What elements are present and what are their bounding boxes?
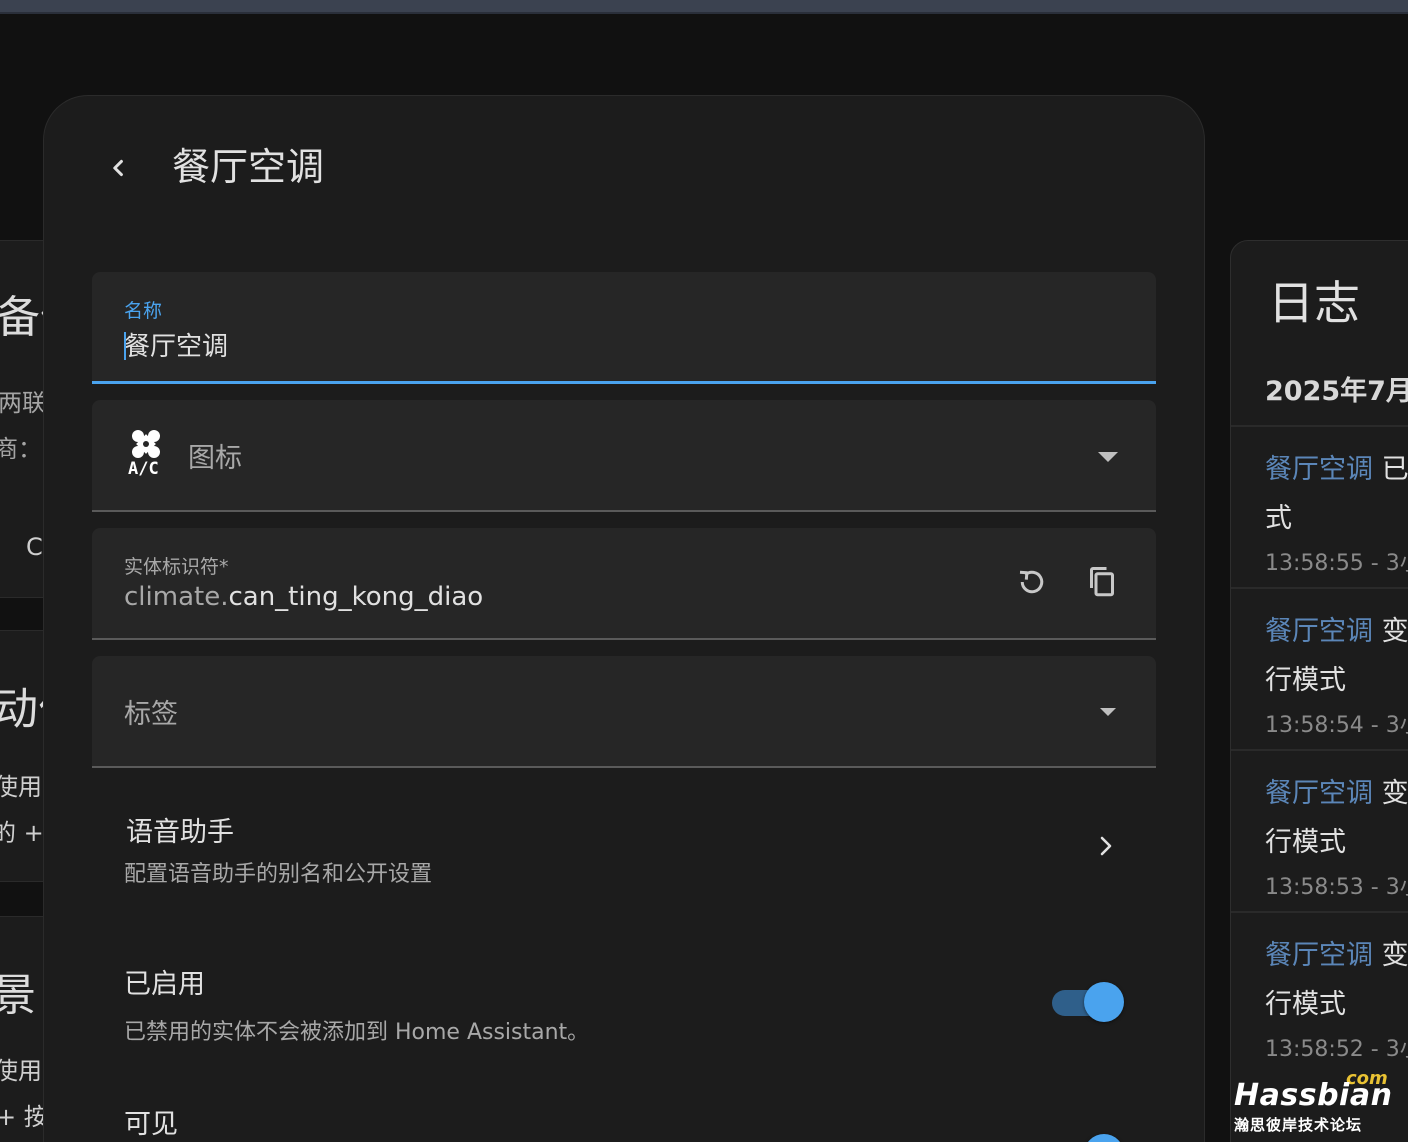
background-text: + 按 — [0, 1103, 46, 1131]
air-conditioner-icon: A/C — [128, 430, 160, 478]
icon-picker[interactable]: A/C 图标 — [92, 400, 1156, 512]
logbook-state: 行模式 — [1265, 989, 1346, 1020]
logbook-entry[interactable]: 餐厅空调 变 行模式 13:58:52 - 3小 — [1265, 933, 1408, 1063]
entity-settings-dialog: 餐厅空调 名称 餐厅空调 A/C 图标 实体标识符* climate.can_t… — [44, 96, 1204, 1142]
dialog-title: 餐厅空调 — [172, 145, 325, 189]
dropdown-arrow-icon[interactable] — [1098, 452, 1118, 462]
toggle-knob — [1084, 982, 1124, 1022]
logbook-action: 变 — [1373, 616, 1408, 647]
watermark-sub: 瀚思彼岸技术论坛 — [1234, 1116, 1363, 1134]
logbook-state: 行模式 — [1265, 827, 1346, 858]
restore-icon — [1019, 570, 1044, 594]
voice-assistant-title: 语音助手 — [126, 817, 234, 848]
labels-picker[interactable]: 标签 — [92, 656, 1156, 768]
entity-id-value: can_ting_kong_diao — [228, 582, 484, 612]
logbook-entry[interactable]: 餐厅空调 变 行模式 13:58:53 - 3小 — [1265, 771, 1408, 901]
visible-toggle[interactable] — [1052, 1134, 1124, 1142]
name-field-label: 名称 — [124, 300, 163, 322]
name-field[interactable]: 名称 餐厅空调 — [92, 272, 1156, 384]
labels-placeholder: 标签 — [124, 699, 178, 730]
logbook-state: 行模式 — [1265, 665, 1346, 696]
copy-icon — [1090, 567, 1114, 597]
logbook-entity-link[interactable]: 餐厅空调 — [1265, 616, 1373, 647]
entity-id-input[interactable]: climate.can_ting_kong_diao — [124, 582, 483, 612]
divider — [1231, 911, 1408, 913]
copy-entity-id-button[interactable] — [1078, 558, 1126, 606]
enabled-title: 已启用 — [124, 969, 205, 1000]
entity-id-domain: climate. — [124, 582, 229, 612]
watermark-main: Hassbian — [1234, 1078, 1393, 1113]
chevron-right-icon — [1100, 836, 1112, 856]
logbook-entity-link[interactable]: 餐厅空调 — [1265, 940, 1373, 971]
background-text: 两联 — [0, 389, 46, 417]
logbook-entity-link[interactable]: 餐厅空调 — [1265, 454, 1373, 485]
logbook-action: 变 — [1373, 940, 1408, 971]
background-text: 备信 — [0, 292, 46, 343]
enabled-subtitle: 已禁用的实体不会被添加到 Home Assistant。 — [124, 1020, 590, 1045]
entity-id-field[interactable]: 实体标识符* climate.can_ting_kong_diao — [92, 528, 1156, 640]
logbook-time: 13:58:54 - 3小 — [1265, 713, 1408, 738]
window-top-bar — [0, 0, 1408, 14]
back-button[interactable] — [96, 146, 140, 190]
dropdown-arrow-icon[interactable] — [1100, 708, 1116, 716]
logbook-date: 2025年7月2 — [1265, 376, 1408, 407]
background-text: 的 + — [0, 819, 44, 847]
background-card: 动作 使用 的 + — [0, 630, 46, 882]
background-text: C — [26, 533, 43, 561]
logbook-time: 13:58:55 - 3小 — [1265, 551, 1408, 576]
voice-assistant-subtitle: 配置语音助手的别名和公开设置 — [124, 862, 433, 887]
divider — [1231, 425, 1408, 427]
divider — [1231, 749, 1408, 751]
logbook-action: 已 — [1373, 454, 1408, 485]
visible-row: 可见 — [92, 1098, 1156, 1142]
visible-title: 可见 — [124, 1109, 178, 1140]
background-text: 动作 — [0, 673, 46, 737]
logbook-state: 式 — [1265, 503, 1292, 534]
divider — [1231, 587, 1408, 589]
svg-text:A/C: A/C — [128, 459, 159, 478]
background-page: 备信 两联 商： C 动作 使用 的 + 景 使用 + 按 — [0, 126, 50, 1142]
logbook-action: 变 — [1373, 778, 1408, 809]
chevron-left-icon — [113, 159, 123, 177]
background-card: 备信 两联 商： C — [0, 240, 46, 598]
enabled-row: 已启用 已禁用的实体不会被添加到 Home Assistant。 — [92, 956, 1156, 1056]
logbook-card: 日志 2025年7月2 餐厅空调 已 式 13:58:55 - 3小 餐厅空调 … — [1230, 240, 1408, 1142]
background-text: 使用 — [0, 1057, 42, 1085]
logbook-time: 13:58:52 - 3小 — [1265, 1037, 1408, 1062]
logbook-entity-link[interactable]: 餐厅空调 — [1265, 778, 1373, 809]
restore-entity-id-button[interactable] — [1008, 558, 1056, 606]
background-text: 使用 — [0, 773, 42, 801]
logbook-entry[interactable]: 餐厅空调 变 行模式 13:58:54 - 3小 — [1265, 609, 1408, 739]
voice-assistant-row[interactable]: 语音助手 配置语音助手的别名和公开设置 — [92, 796, 1156, 906]
name-input[interactable]: 餐厅空调 — [124, 326, 228, 363]
entity-id-label: 实体标识符* — [124, 556, 229, 578]
text-caret — [124, 331, 126, 360]
background-text: 景 — [0, 959, 36, 1023]
icon-picker-placeholder: 图标 — [188, 443, 242, 474]
logbook-entry[interactable]: 餐厅空调 已 式 13:58:55 - 3小 — [1265, 447, 1408, 577]
background-card: 景 使用 + 按 — [0, 916, 46, 1142]
enabled-toggle[interactable] — [1052, 982, 1124, 1022]
name-input-value: 餐厅空调 — [124, 332, 229, 362]
background-text: 商： — [0, 435, 42, 463]
logbook-time: 13:58:53 - 3小 — [1265, 875, 1408, 900]
logbook-title: 日志 — [1268, 276, 1360, 330]
toggle-knob — [1084, 1134, 1124, 1142]
